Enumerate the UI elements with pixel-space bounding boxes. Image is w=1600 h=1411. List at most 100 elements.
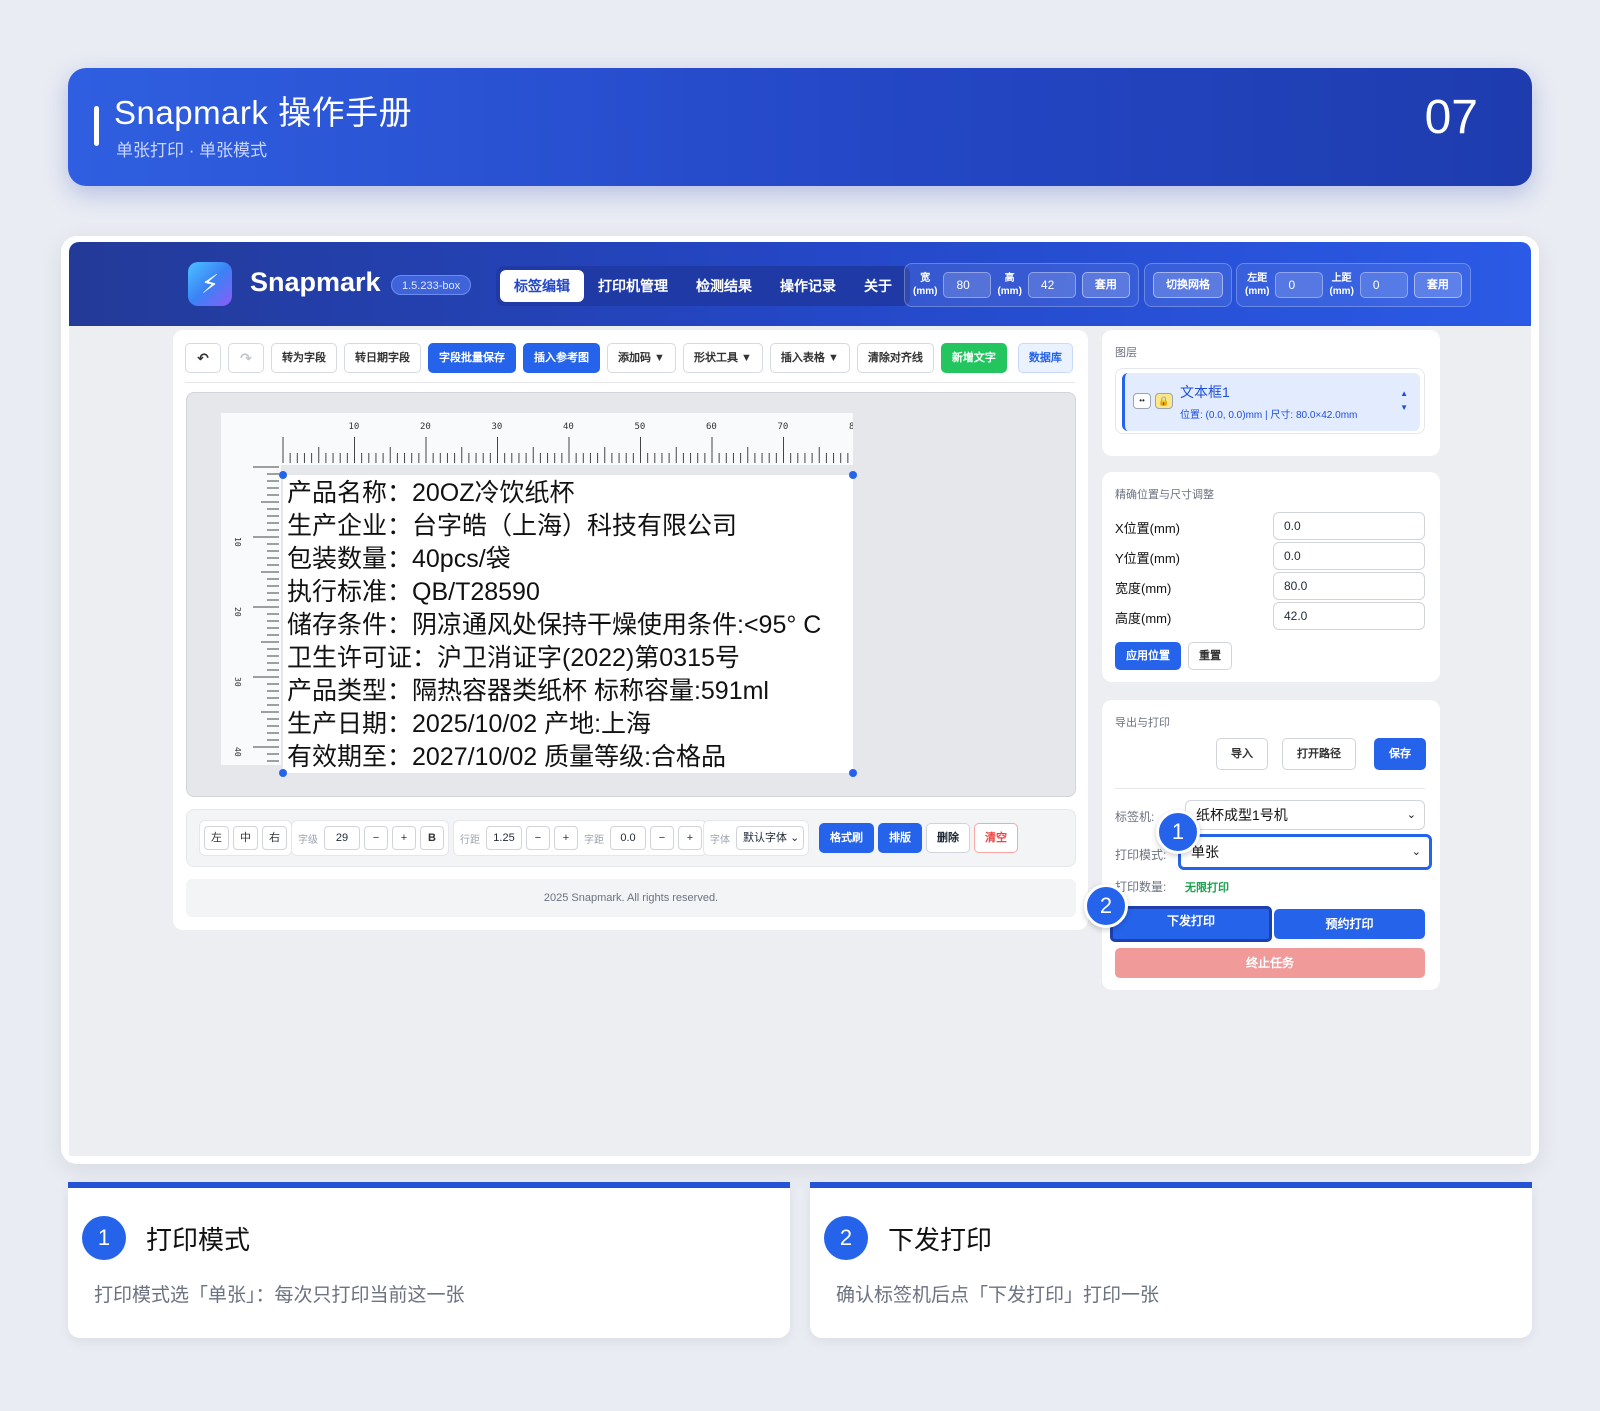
batch-save-fields-button[interactable]: 字段批量保存 bbox=[428, 343, 516, 373]
font-size-increase-button[interactable]: + bbox=[392, 826, 416, 850]
manual-subtitle: 单张打印 · 单张模式 bbox=[116, 141, 268, 160]
callout-title-2: 下发打印 bbox=[888, 1225, 993, 1255]
width-label: 宽 (mm) bbox=[913, 273, 938, 297]
add-text-button[interactable]: 新增文字 bbox=[940, 343, 1007, 373]
insert-table-dropdown[interactable]: 插入表格 ▼ bbox=[769, 343, 850, 373]
tab-detection-results[interactable]: 检测结果 bbox=[682, 270, 766, 302]
chevron-down-icon: ⌄ bbox=[1406, 809, 1416, 821]
delete-button[interactable]: 删除 bbox=[926, 823, 970, 853]
convert-date-field-button[interactable]: 转日期字段 bbox=[344, 343, 421, 373]
tab-printer-management[interactable]: 打印机管理 bbox=[584, 270, 682, 302]
clear-guides-button[interactable]: 清除对齐线 bbox=[856, 343, 934, 373]
callout-desc-2: 确认标签机后点「下发打印」打印一张 bbox=[836, 1285, 1160, 1306]
tab-about[interactable]: 关于 bbox=[850, 270, 906, 302]
layout-button[interactable]: 排版 bbox=[878, 823, 922, 853]
arrow-down-icon[interactable]: ▼ bbox=[1400, 401, 1408, 415]
font-size-group: 字级 29 − + B bbox=[291, 820, 449, 856]
label-line: 产品名称：20OZ冷饮纸杯 bbox=[287, 479, 575, 507]
y-position-label: Y位置(mm) bbox=[1115, 551, 1180, 566]
accent-bar bbox=[94, 106, 99, 146]
send-print-button[interactable]: 下发打印 bbox=[1110, 906, 1272, 942]
editor-card: ↶ ↷ 转为字段 转日期字段 字段批量保存 插入参考图 添加码 ▼ 形状工具 ▼… bbox=[173, 330, 1088, 930]
letter-spacing-label: 字距 bbox=[584, 834, 604, 846]
layer-item[interactable]: •• 🔒 文本框1 位置: (0.0, 0.0)mm | 尺寸: 80.0×42… bbox=[1122, 373, 1420, 431]
font-family-select[interactable]: 默认字体 ⌄ bbox=[736, 826, 805, 850]
letter-spacing-increase-button[interactable]: + bbox=[678, 826, 702, 850]
lock-icon[interactable]: 🔒 bbox=[1155, 393, 1173, 409]
ruler-label: 10 bbox=[233, 537, 242, 547]
open-path-button[interactable]: 打开路径 bbox=[1282, 738, 1356, 770]
callout-marker-1: 1 bbox=[1156, 810, 1200, 854]
y-position-row: Y位置(mm) 0.0 bbox=[1115, 542, 1425, 570]
line-height-input[interactable]: 1.25 bbox=[486, 826, 522, 850]
label-line: 执行标准：QB/T28590 bbox=[287, 578, 540, 606]
align-center-button[interactable]: 中 bbox=[233, 826, 258, 850]
top-margin-label: 上距 (mm) bbox=[1329, 273, 1354, 297]
width-row: 宽度(mm) 80.0 bbox=[1115, 572, 1425, 600]
undo-icon[interactable]: ↶ bbox=[185, 343, 221, 373]
shape-tools-dropdown[interactable]: 形状工具 ▼ bbox=[682, 343, 763, 373]
left-margin-input[interactable]: 0 bbox=[1275, 272, 1324, 298]
height-field-input[interactable]: 42.0 bbox=[1273, 602, 1425, 630]
apply-position-button[interactable]: 应用位置 bbox=[1115, 642, 1181, 670]
layer-list: •• 🔒 文本框1 位置: (0.0, 0.0)mm | 尺寸: 80.0×42… bbox=[1115, 368, 1425, 434]
print-count-value: 无限打印 bbox=[1185, 882, 1229, 894]
tab-label-edit[interactable]: 标签编辑 bbox=[500, 270, 584, 302]
resize-handle-bottom-right[interactable] bbox=[849, 769, 857, 777]
x-position-input[interactable]: 0.0 bbox=[1273, 512, 1425, 540]
label-preview[interactable]: 产品名称：20OZ冷饮纸杯 生产企业：台字皓（上海）科技有限公司 包装数量：40… bbox=[283, 475, 853, 773]
format-brush-button[interactable]: 格式刷 bbox=[819, 823, 874, 853]
ruler-label: 40 bbox=[563, 422, 574, 432]
align-right-button[interactable]: 右 bbox=[262, 826, 287, 850]
apply-margin-button[interactable]: 套用 bbox=[1413, 272, 1462, 298]
top-margin-input[interactable]: 0 bbox=[1359, 272, 1408, 298]
save-button[interactable]: 保存 bbox=[1374, 738, 1426, 770]
font-size-decrease-button[interactable]: − bbox=[364, 826, 388, 850]
y-position-input[interactable]: 0.0 bbox=[1273, 542, 1425, 570]
ruler-label: 60 bbox=[706, 422, 717, 432]
width-field-input[interactable]: 80.0 bbox=[1273, 572, 1425, 600]
convert-field-button[interactable]: 转为字段 bbox=[271, 343, 337, 373]
lightning-bolt-icon: ⚡ bbox=[188, 262, 232, 306]
tab-operation-log[interactable]: 操作记录 bbox=[766, 270, 850, 302]
apply-size-button[interactable]: 套用 bbox=[1081, 272, 1130, 298]
schedule-print-button[interactable]: 预约打印 bbox=[1274, 909, 1425, 939]
height-input[interactable]: 42 bbox=[1027, 272, 1076, 298]
reset-button[interactable]: 重置 bbox=[1188, 642, 1232, 670]
left-margin-label: 左距 (mm) bbox=[1245, 273, 1270, 297]
printer-select[interactable]: 纸杯成型1号机 ⌄ bbox=[1185, 800, 1425, 830]
label-line: 有效期至：2027/10/02 质量等级:合格品 bbox=[287, 743, 727, 771]
callout-number-2: 2 bbox=[824, 1216, 868, 1260]
resize-handle-top-right[interactable] bbox=[849, 471, 857, 479]
toggle-grid-button[interactable]: 切换网格 bbox=[1153, 272, 1223, 298]
line-height-decrease-button[interactable]: − bbox=[526, 826, 550, 850]
bold-button[interactable]: B bbox=[420, 826, 444, 850]
print-mode-select[interactable]: 单张 ⌄ bbox=[1178, 834, 1432, 870]
align-left-button[interactable]: 左 bbox=[204, 826, 229, 850]
font-size-input[interactable]: 29 bbox=[324, 826, 360, 850]
clear-button[interactable]: 清空 bbox=[974, 823, 1018, 853]
ruler-label: 30 bbox=[492, 422, 503, 432]
insert-reference-image-button[interactable]: 插入参考图 bbox=[523, 343, 600, 373]
import-button[interactable]: 导入 bbox=[1216, 738, 1268, 770]
line-height-increase-button[interactable]: + bbox=[554, 826, 578, 850]
resize-handle-bottom-left[interactable] bbox=[279, 769, 287, 777]
ruler-label: 10 bbox=[349, 422, 360, 432]
label-line: 卫生许可证：沪卫消证字(2022)第0315号 bbox=[287, 644, 740, 672]
stop-task-button[interactable]: 终止任务 bbox=[1115, 948, 1425, 978]
add-code-dropdown[interactable]: 添加码 ▼ bbox=[607, 343, 676, 373]
manual-title: Snapmark 操作手册 bbox=[114, 94, 413, 131]
ruler-label: 70 bbox=[778, 422, 789, 432]
width-input[interactable]: 80 bbox=[943, 272, 992, 298]
eye-icon[interactable]: •• bbox=[1133, 393, 1151, 409]
letter-spacing-input[interactable]: 0.0 bbox=[610, 826, 646, 850]
printer-label: 标签机: bbox=[1115, 810, 1155, 824]
app-brand: Snapmark bbox=[250, 267, 381, 297]
database-button[interactable]: 数据库 bbox=[1017, 343, 1073, 373]
x-position-row: X位置(mm) 0.0 bbox=[1115, 512, 1425, 540]
resize-handle-top-left[interactable] bbox=[279, 471, 287, 479]
arrow-up-icon[interactable]: ▲ bbox=[1400, 387, 1408, 401]
redo-icon[interactable]: ↷ bbox=[228, 343, 264, 373]
letter-spacing-decrease-button[interactable]: − bbox=[650, 826, 674, 850]
app-navbar: ⚡ Snapmark 1.5.233-box 标签编辑 打印机管理 检测结果 操… bbox=[69, 242, 1531, 326]
